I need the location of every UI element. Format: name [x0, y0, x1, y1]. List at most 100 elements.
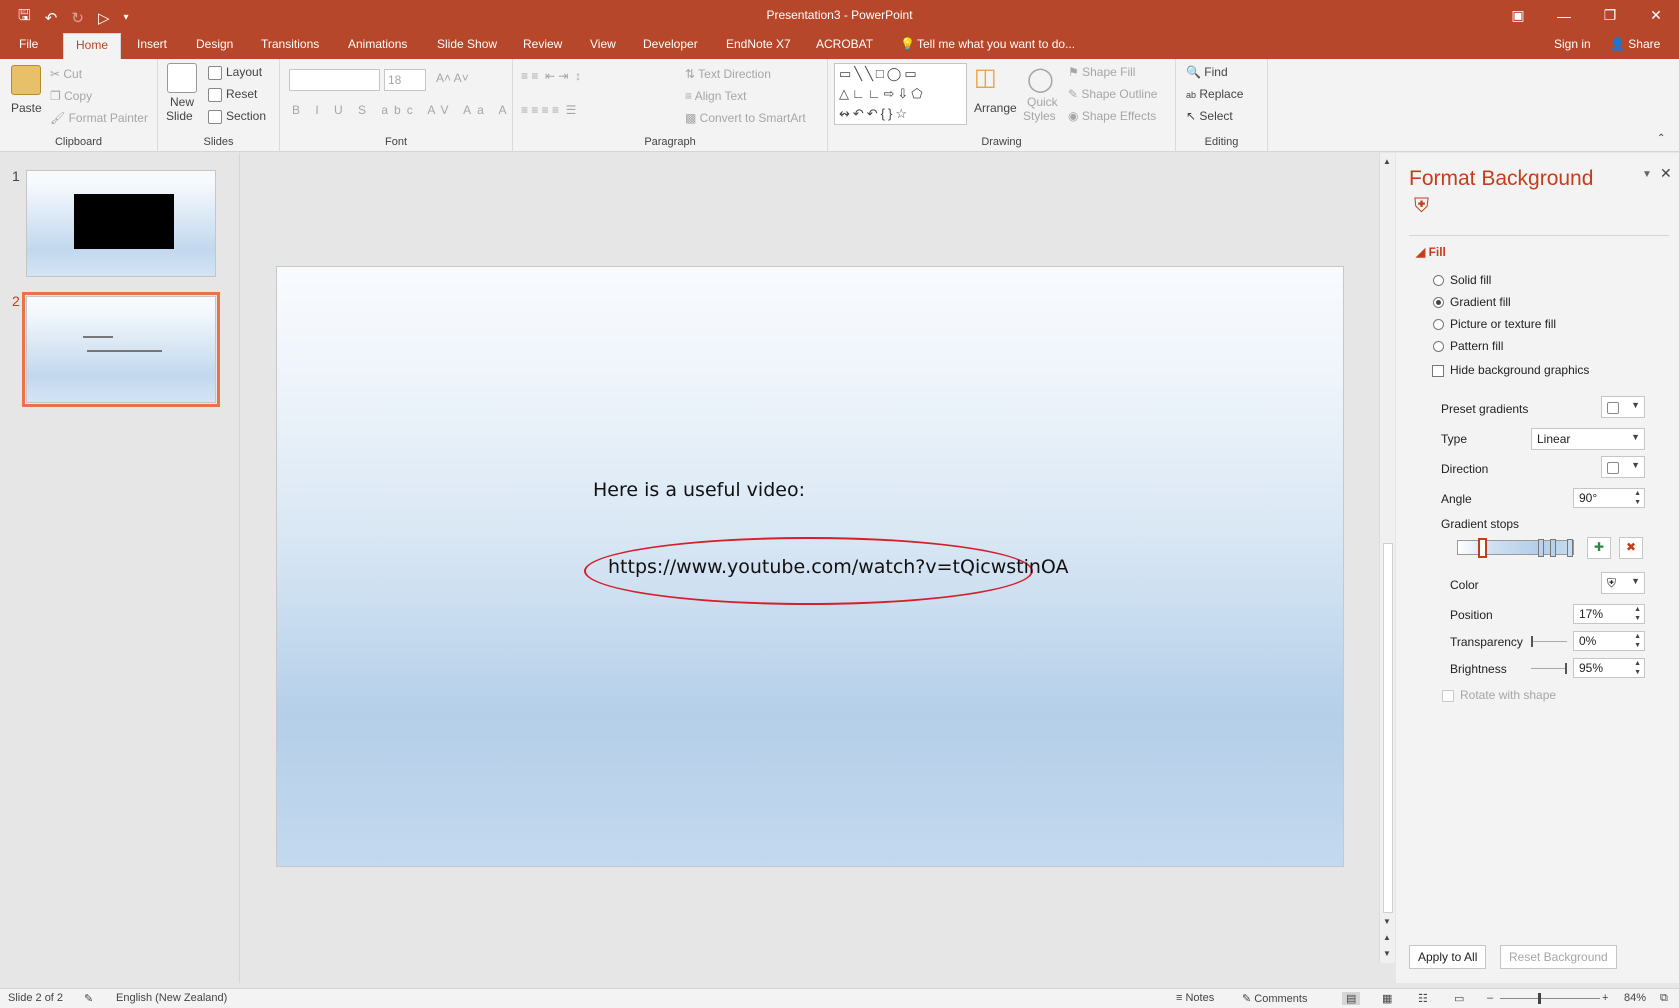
solid-fill-radio[interactable] — [1433, 275, 1444, 287]
tab-acrobat[interactable]: ACROBAT — [816, 37, 873, 51]
align-text-button[interactable]: ≡ Align Text — [685, 89, 747, 103]
next-slide-icon[interactable]: ▼ — [1383, 949, 1391, 958]
picture-fill-radio[interactable] — [1433, 319, 1444, 331]
quick-styles-label-2[interactable]: Styles — [1023, 109, 1056, 123]
tab-view[interactable]: View — [590, 37, 616, 51]
text-direction-button[interactable]: ⇅ Text Direction — [685, 67, 771, 81]
slide-heading-text[interactable]: Here is a useful video: — [593, 479, 805, 501]
tab-insert[interactable]: Insert — [137, 37, 167, 51]
paste-icon[interactable] — [11, 65, 41, 95]
tab-transitions[interactable]: Transitions — [261, 37, 319, 51]
slide-sorter-icon[interactable]: ▦ — [1382, 992, 1392, 1005]
tab-design[interactable]: Design — [196, 37, 233, 51]
previous-slide-icon[interactable]: ▲ — [1383, 933, 1391, 942]
shape-effects-button[interactable]: ◉ Shape Effects — [1068, 109, 1156, 123]
hide-bg-checkbox[interactable] — [1432, 364, 1444, 377]
fit-to-window-icon[interactable]: ⧉ — [1660, 992, 1668, 1005]
zoom-out-icon[interactable]: – — [1487, 992, 1493, 1004]
brightness-slider[interactable] — [1531, 663, 1567, 674]
scroll-up-icon[interactable]: ▲ — [1383, 157, 1391, 166]
replace-button[interactable]: ab Replace — [1186, 87, 1243, 101]
shape-outline-button[interactable]: ✎ Shape Outline — [1068, 87, 1157, 101]
tab-animations[interactable]: Animations — [348, 37, 407, 51]
fill-bucket-icon[interactable]: ⛨ — [1414, 195, 1429, 218]
copy-button[interactable]: ❐ Copy — [50, 89, 92, 103]
remove-gradient-stop-icon[interactable]: ✖ — [1619, 537, 1644, 559]
transparency-slider-thumb[interactable] — [1531, 636, 1533, 647]
gradient-fill-option[interactable]: Gradient fill — [1433, 295, 1511, 309]
maximize-button[interactable]: ❐ — [1587, 0, 1633, 31]
brightness-spinner[interactable]: 95% ▲ ▼ — [1573, 658, 1645, 678]
picture-fill-option[interactable]: Picture or texture fill — [1433, 317, 1556, 331]
reset-background-button[interactable]: Reset Background — [1500, 945, 1617, 969]
zoom-slider-thumb[interactable] — [1538, 993, 1541, 1004]
slide-thumbnail-2[interactable] — [22, 292, 220, 407]
tab-developer[interactable]: Developer — [643, 37, 698, 51]
pane-close-icon[interactable]: ✕ — [1660, 165, 1672, 182]
pattern-fill-option[interactable]: Pattern fill — [1433, 339, 1503, 353]
notes-button[interactable]: ≡ Notes — [1176, 992, 1214, 1004]
paste-button[interactable]: Paste — [11, 101, 42, 115]
video-link-text[interactable]: https://www.youtube.com/watch?v=tQicwsti… — [608, 556, 1069, 578]
zoom-level[interactable]: 84% — [1624, 992, 1646, 1004]
brightness-slider-thumb[interactable] — [1565, 663, 1567, 674]
gradient-stop-selected[interactable] — [1478, 538, 1487, 558]
find-button[interactable]: 🔍 Find — [1186, 65, 1228, 79]
convert-smartart-button[interactable]: ▩ Convert to SmartArt — [685, 111, 806, 125]
tab-slideshow[interactable]: Slide Show — [437, 37, 497, 51]
add-gradient-stop-icon[interactable]: ✚ — [1587, 537, 1612, 559]
apply-to-all-button[interactable]: Apply to All — [1409, 945, 1487, 969]
slideshow-view-icon[interactable]: ▭ — [1454, 992, 1464, 1005]
comments-button[interactable]: ✎ Comments — [1242, 992, 1307, 1005]
spinner-arrows-icon[interactable]: ▲ ▼ — [1634, 605, 1641, 623]
slide-thumbnail-1[interactable] — [26, 170, 216, 277]
new-slide-label-1[interactable]: New — [170, 95, 194, 109]
tab-file[interactable]: File — [19, 37, 38, 51]
type-dropdown[interactable]: Linear ▼ — [1531, 428, 1645, 450]
language-status[interactable]: English (New Zealand) — [116, 992, 227, 1004]
minimize-button[interactable]: — — [1541, 0, 1587, 31]
zoom-slider[interactable] — [1500, 993, 1600, 1004]
normal-view-icon[interactable]: ▤ — [1342, 992, 1361, 1005]
gradient-stop[interactable] — [1567, 539, 1573, 557]
font-size-dropdown[interactable]: 18 — [384, 69, 426, 91]
bullets-icon[interactable]: ≡ ≡ ⇤ ⇥ ↕ — [521, 69, 581, 83]
arrange-icon[interactable]: ◫ — [974, 63, 997, 92]
rotate-with-shape-checkbox[interactable] — [1442, 689, 1454, 702]
tab-endnote[interactable]: EndNote X7 — [726, 37, 791, 51]
color-dropdown[interactable]: ⛨ ▼ — [1601, 572, 1645, 594]
align-icons[interactable]: ≡ ≡ ≡ ≡ ☰ — [521, 103, 576, 117]
direction-dropdown[interactable]: ▼ — [1601, 456, 1645, 478]
cut-button[interactable]: ✂ Cut — [50, 67, 82, 81]
font-format-buttons[interactable]: B I U S abc AV Aa A — [292, 103, 513, 117]
sign-in-link[interactable]: Sign in — [1554, 37, 1591, 51]
tell-me-search[interactable]: Tell me what you want to do... — [917, 37, 1075, 51]
reading-view-icon[interactable]: ☷ — [1418, 992, 1428, 1005]
gradient-stop[interactable] — [1538, 539, 1544, 557]
vertical-scrollbar[interactable]: ▲ ▼ ▲ ▼ — [1379, 153, 1395, 963]
scroll-down-icon[interactable]: ▼ — [1383, 917, 1391, 926]
font-name-dropdown[interactable] — [289, 69, 380, 91]
current-slide[interactable]: Here is a useful video: https://www.yout… — [276, 266, 1344, 867]
spinner-arrows-icon[interactable]: ▲ ▼ — [1634, 632, 1641, 650]
arrange-button[interactable]: Arrange — [974, 101, 1017, 115]
tab-review[interactable]: Review — [523, 37, 562, 51]
new-slide-label-2[interactable]: Slide — [166, 109, 193, 123]
transparency-slider[interactable] — [1531, 636, 1567, 647]
shape-fill-button[interactable]: ⚑ Shape Fill — [1068, 65, 1135, 79]
grow-font-icon[interactable]: A˄ A˅ — [436, 71, 469, 85]
select-button[interactable]: ↖ Select — [1186, 109, 1233, 123]
gradient-fill-radio[interactable] — [1433, 297, 1444, 309]
close-button[interactable]: ✕ — [1633, 0, 1679, 31]
hide-bg-option[interactable]: Hide background graphics — [1432, 363, 1589, 377]
zoom-in-icon[interactable]: + — [1602, 992, 1608, 1004]
layout-button[interactable]: Layout — [208, 65, 262, 80]
spinner-arrows-icon[interactable]: ▲ ▼ — [1634, 659, 1641, 677]
tab-home[interactable]: Home — [63, 33, 122, 59]
solid-fill-option[interactable]: Solid fill — [1433, 273, 1491, 287]
share-button[interactable]: 👤 Share — [1610, 37, 1660, 51]
position-spinner[interactable]: 17% ▲ ▼ — [1573, 604, 1645, 624]
pattern-fill-radio[interactable] — [1433, 341, 1444, 353]
angle-spinner[interactable]: 90° ▲ ▼ — [1573, 488, 1645, 508]
transparency-spinner[interactable]: 0% ▲ ▼ — [1573, 631, 1645, 651]
